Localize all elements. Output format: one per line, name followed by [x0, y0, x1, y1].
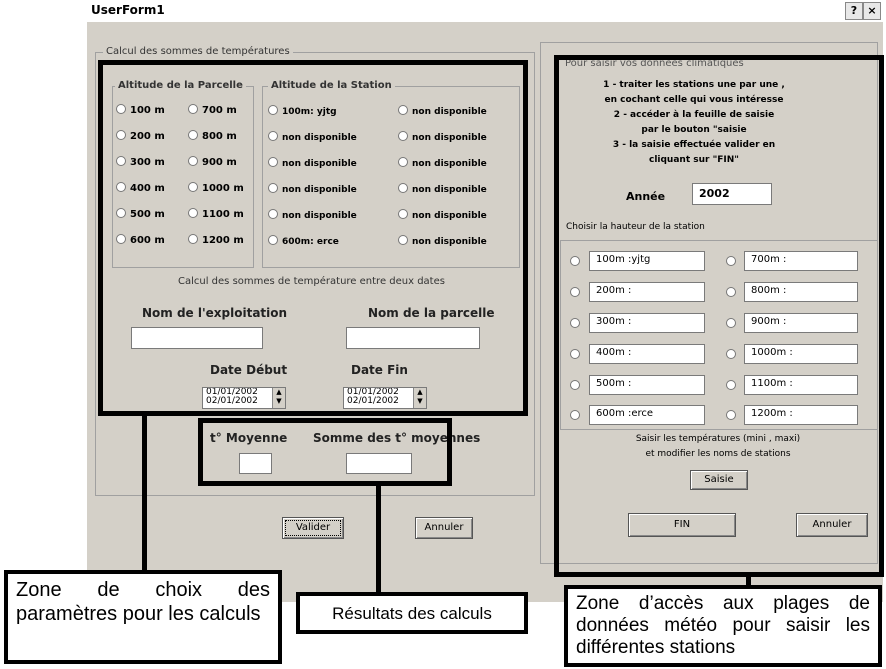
params-zone-highlight [98, 60, 528, 416]
title-bar: UserForm1 ? × [87, 0, 883, 23]
window-title: UserForm1 [91, 3, 165, 17]
annuler-button-left[interactable]: Annuler [415, 517, 473, 539]
valider-button[interactable]: Valider [282, 517, 344, 539]
close-button[interactable]: × [863, 2, 881, 20]
access-zone-highlight [554, 55, 884, 577]
connector-line-params [142, 416, 147, 574]
callout-params: Zone de choix des paramètres pour les ca… [4, 570, 282, 664]
connector-line-results [376, 486, 381, 594]
left-frame-legend: Calcul des sommes de températures [103, 46, 293, 57]
callout-access: Zone d’accès aux plages de données météo… [564, 585, 882, 667]
results-zone-highlight [198, 418, 452, 486]
callout-results: Résultats des calculs [296, 592, 528, 634]
help-button[interactable]: ? [845, 2, 863, 20]
